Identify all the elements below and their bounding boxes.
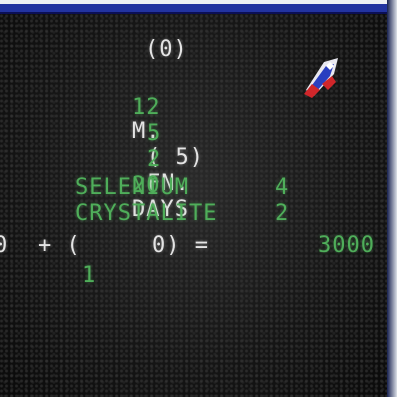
- total-left-value: 0: [0, 233, 9, 258]
- screen-frame-right: [387, 0, 397, 397]
- total-value: 3000: [318, 233, 375, 258]
- top-bracket-value: (0): [145, 37, 188, 62]
- selenium-value: 4: [275, 175, 290, 200]
- total-formula: + ( 0) =: [38, 233, 209, 258]
- crystalite-value: 2: [275, 201, 290, 226]
- game-screen: (0) 12 M. 5 ( 5) 2 FN. 20 DAYS SELENIUM …: [0, 14, 387, 397]
- spaceship-icon: [304, 58, 338, 98]
- bottom-value: 1: [82, 263, 97, 288]
- crystalite-label: CRYSTALITE: [75, 201, 218, 226]
- screen-frame-top: [0, 0, 397, 14]
- selenium-label: SELENIUM: [75, 175, 189, 200]
